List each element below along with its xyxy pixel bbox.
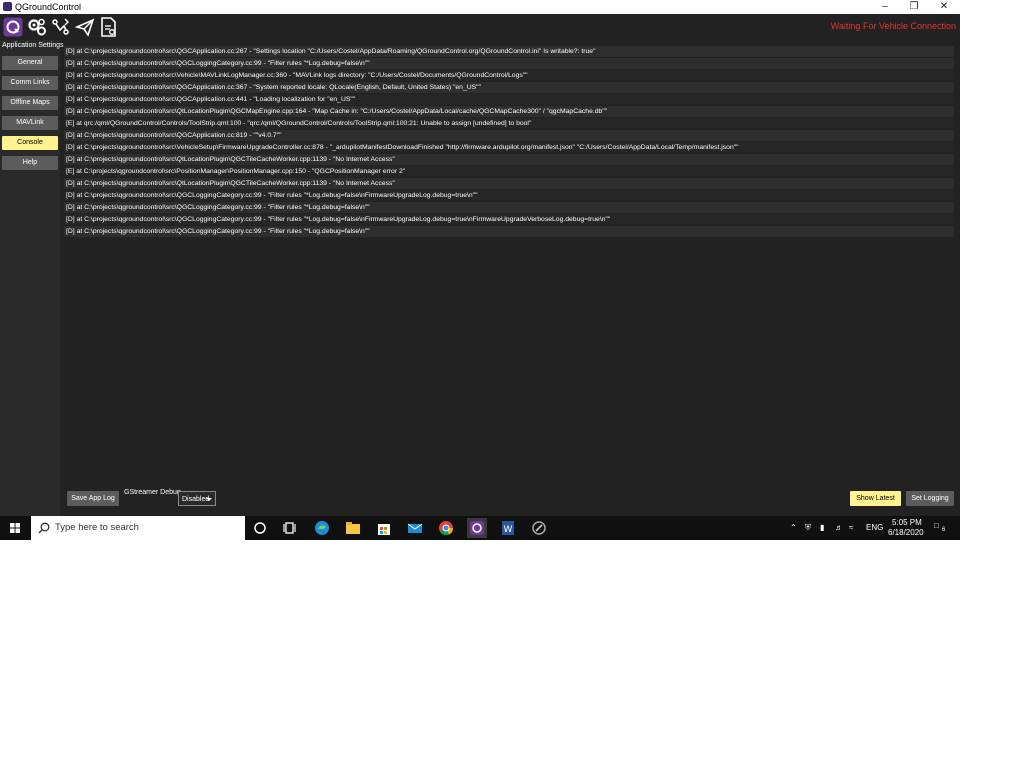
save-app-log-button[interactable]: Save App Log: [67, 491, 119, 506]
gstreamer-debug-label: GStreamer Debug: [124, 489, 181, 496]
sidebar-item-help[interactable]: Help: [2, 156, 58, 170]
chevron-up-icon[interactable]: ⌃: [790, 523, 797, 532]
sidebar-item-offline-maps[interactable]: Offline Maps: [2, 96, 58, 110]
log-line: [E] at qrc:/qml/QGroundControl/Controls/…: [64, 118, 954, 129]
clock-date[interactable]: 6/18/2020: [888, 528, 924, 537]
log-line: [D] at C:\projects\qgroundcontrol\src\Qt…: [64, 154, 954, 165]
show-latest-button[interactable]: Show Latest: [850, 491, 901, 506]
vehicle-setup-icon[interactable]: [27, 17, 47, 37]
notification-count: 6: [942, 527, 946, 533]
toolbar: Waiting For Vehicle Connection: [0, 14, 960, 40]
analyze-view-icon[interactable]: [99, 17, 119, 37]
taskbar-search-box[interactable]: Type here to search: [31, 516, 245, 540]
word-icon[interactable]: W: [498, 518, 518, 538]
connection-status: Waiting For Vehicle Connection: [830, 21, 956, 31]
app-icon: [3, 2, 12, 11]
edge-browser-icon[interactable]: [312, 518, 332, 538]
sidebar-item-comm-links[interactable]: Comm Links: [2, 76, 58, 90]
cortana-icon[interactable]: [250, 518, 270, 538]
volume-icon[interactable]: ♬: [835, 523, 843, 532]
fly-view-icon[interactable]: [75, 17, 95, 37]
log-line: [D] at C:\projects\qgroundcontrol\src\QG…: [64, 82, 954, 93]
store-icon[interactable]: [374, 518, 394, 538]
app-taskbar-icon[interactable]: [529, 518, 549, 538]
shield-icon[interactable]: ⛨: [805, 523, 811, 533]
sidebar-item-general[interactable]: General: [2, 56, 58, 70]
log-line: [D] at C:\projects\qgroundcontrol\src\QG…: [64, 214, 954, 225]
restore-button[interactable]: ❐: [900, 0, 928, 14]
settings-sidebar: Application Settings General Comm Links …: [0, 40, 64, 516]
log-line: [D] at C:\projects\qgroundcontrol\src\QG…: [64, 226, 954, 237]
log-line: [E] at C:\projects\qgroundcontrol\src\Po…: [64, 166, 954, 177]
qgc-logo-icon[interactable]: [3, 17, 23, 37]
minimize-button[interactable]: –: [871, 0, 899, 14]
gstreamer-debug-select[interactable]: Disabled: [178, 491, 216, 506]
notification-icon[interactable]: □: [934, 521, 939, 530]
log-line: [D] at C:\projects\qgroundcontrol\src\Qt…: [64, 106, 954, 117]
screen: QGroundControl – ❐ ✕ Waiting For Vehicle…: [0, 0, 960, 540]
log-line: [D] at C:\projects\qgroundcontrol\src\QG…: [64, 58, 954, 69]
log-line: [D] at C:\projects\qgroundcontrol\src\QG…: [64, 202, 954, 213]
window-title: QGroundControl: [15, 2, 82, 12]
sidebar-item-console[interactable]: Console: [2, 136, 58, 150]
sidebar-item-mavlink[interactable]: MAVLink: [2, 116, 58, 130]
windows-start-icon[interactable]: [0, 516, 30, 540]
qgroundcontrol-taskbar-icon[interactable]: [467, 518, 487, 538]
log-line: [D] at C:\projects\qgroundcontrol\src\Ve…: [64, 142, 954, 153]
close-button[interactable]: ✕: [930, 0, 958, 14]
wifi-icon[interactable]: ≈: [849, 523, 853, 532]
language-indicator[interactable]: ENG: [866, 523, 883, 532]
file-explorer-icon[interactable]: [343, 518, 363, 538]
set-logging-button[interactable]: Set Logging: [906, 491, 954, 506]
log-line: [D] at C:\projects\qgroundcontrol\src\QG…: [64, 190, 954, 201]
clock-time[interactable]: 5:05 PM: [892, 518, 922, 527]
task-view-icon[interactable]: [280, 518, 300, 538]
chevron-down-icon: [206, 498, 212, 501]
log-line: [D] at C:\projects\qgroundcontrol\src\Ve…: [64, 70, 954, 81]
log-line: [D] at C:\projects\qgroundcontrol\src\QG…: [64, 46, 954, 57]
search-placeholder: Type here to search: [55, 522, 139, 533]
chrome-icon[interactable]: [436, 518, 456, 538]
mail-icon[interactable]: [405, 518, 425, 538]
taskbar: Type here to search W ⌃ ⛨ ▮ ♬ ≈ ENG 5:05…: [0, 516, 960, 540]
log-line: [D] at C:\projects\qgroundcontrol\src\QG…: [64, 130, 954, 141]
search-icon: [38, 522, 50, 534]
console-log[interactable]: [D] at C:\projects\qgroundcontrol\src\QG…: [64, 46, 954, 486]
svg-text:W: W: [504, 525, 513, 535]
log-line: [D] at C:\projects\qgroundcontrol\src\Qt…: [64, 178, 954, 189]
log-line: [D] at C:\projects\qgroundcontrol\src\QG…: [64, 94, 954, 105]
battery-icon[interactable]: ▮: [820, 523, 824, 532]
sidebar-title: Application Settings: [2, 42, 64, 49]
window-title-bar[interactable]: QGroundControl – ❐ ✕: [0, 0, 960, 14]
plan-view-icon[interactable]: [51, 17, 71, 37]
